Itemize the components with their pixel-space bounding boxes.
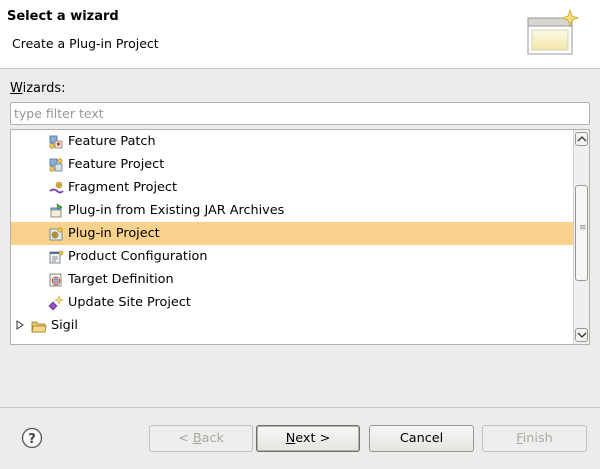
product-configuration-icon	[49, 250, 64, 264]
tree-item-sigil[interactable]: Sigil	[11, 314, 574, 337]
feature-patch-icon	[49, 135, 63, 149]
next-button[interactable]: Next >	[256, 425, 360, 452]
update-site-icon	[48, 295, 64, 311]
finish-rest: inish	[522, 431, 553, 446]
banner-title: Select a wizard	[7, 9, 119, 24]
wizards-label-mnemonic: W	[10, 81, 23, 96]
next-rest: ext >	[295, 431, 331, 446]
filter-input[interactable]	[10, 102, 590, 125]
tree-item-label: Feature Patch	[68, 134, 156, 149]
wizard-tree-list: Feature Patch Feature Project Fragment P…	[11, 130, 574, 337]
wizard-tree[interactable]: Feature Patch Feature Project Fragment P…	[10, 129, 590, 345]
cancel-button[interactable]: Cancel	[369, 425, 474, 452]
help-icon[interactable]: ?	[21, 427, 43, 449]
tree-item-plugin-from-jar[interactable]: Plug-in from Existing JAR Archives	[11, 199, 574, 222]
plugin-project-icon	[49, 227, 63, 241]
button-bar-separator	[0, 407, 600, 408]
tree-item-label: Sigil	[51, 318, 78, 333]
next-mnemonic: N	[285, 431, 296, 446]
scroll-down-button[interactable]	[575, 328, 588, 342]
feature-project-icon	[49, 158, 63, 172]
tree-item-label: Fragment Project	[68, 180, 177, 195]
chevron-down-icon	[577, 332, 587, 338]
tree-item-fragment-project[interactable]: Fragment Project	[11, 176, 574, 199]
tree-item-label: Plug-in Project	[68, 226, 160, 241]
new-wizard-icon	[527, 8, 580, 55]
target-definition-icon	[49, 273, 62, 287]
svg-text:?: ?	[28, 432, 36, 447]
tree-item-feature-patch[interactable]: Feature Patch	[11, 130, 574, 153]
back-prefix: <	[178, 431, 193, 446]
fragment-project-icon	[49, 181, 64, 194]
chevron-up-icon	[577, 136, 587, 142]
finish-button[interactable]: Finish	[482, 425, 587, 452]
tree-item-feature-project[interactable]: Feature Project	[11, 153, 574, 176]
tree-item-label: Plug-in from Existing JAR Archives	[68, 203, 285, 218]
tree-item-label: Target Definition	[68, 272, 174, 287]
back-rest: ack	[201, 431, 224, 446]
wizards-label: Wizards:	[10, 81, 66, 96]
scroll-thumb[interactable]: ≡	[575, 184, 588, 281]
wizards-label-rest: izards:	[22, 81, 66, 96]
plugin-jar-icon	[50, 203, 63, 218]
back-mnemonic: B	[192, 431, 202, 446]
banner-description: Create a Plug-in Project	[12, 36, 159, 51]
tree-item-label: Feature Project	[68, 157, 165, 172]
tree-item-update-site[interactable]: Update Site Project	[11, 291, 574, 314]
tree-vertical-scrollbar[interactable]: ≡	[573, 130, 589, 344]
tree-item-plugin-project[interactable]: Plug-in Project	[11, 222, 574, 245]
folder-icon	[31, 321, 47, 333]
expand-arrow-icon[interactable]	[15, 320, 25, 330]
back-button[interactable]: < Back	[149, 425, 253, 452]
tree-item-product-configuration[interactable]: Product Configuration	[11, 245, 574, 268]
tree-item-label: Update Site Project	[68, 295, 191, 310]
scroll-up-button[interactable]	[575, 132, 588, 146]
wizard-banner: Select a wizard Create a Plug-in Project	[0, 0, 600, 69]
grip-icon: ≡	[579, 222, 587, 233]
tree-item-target-definition[interactable]: Target Definition	[11, 268, 574, 291]
tree-item-label: Product Configuration	[68, 249, 208, 264]
